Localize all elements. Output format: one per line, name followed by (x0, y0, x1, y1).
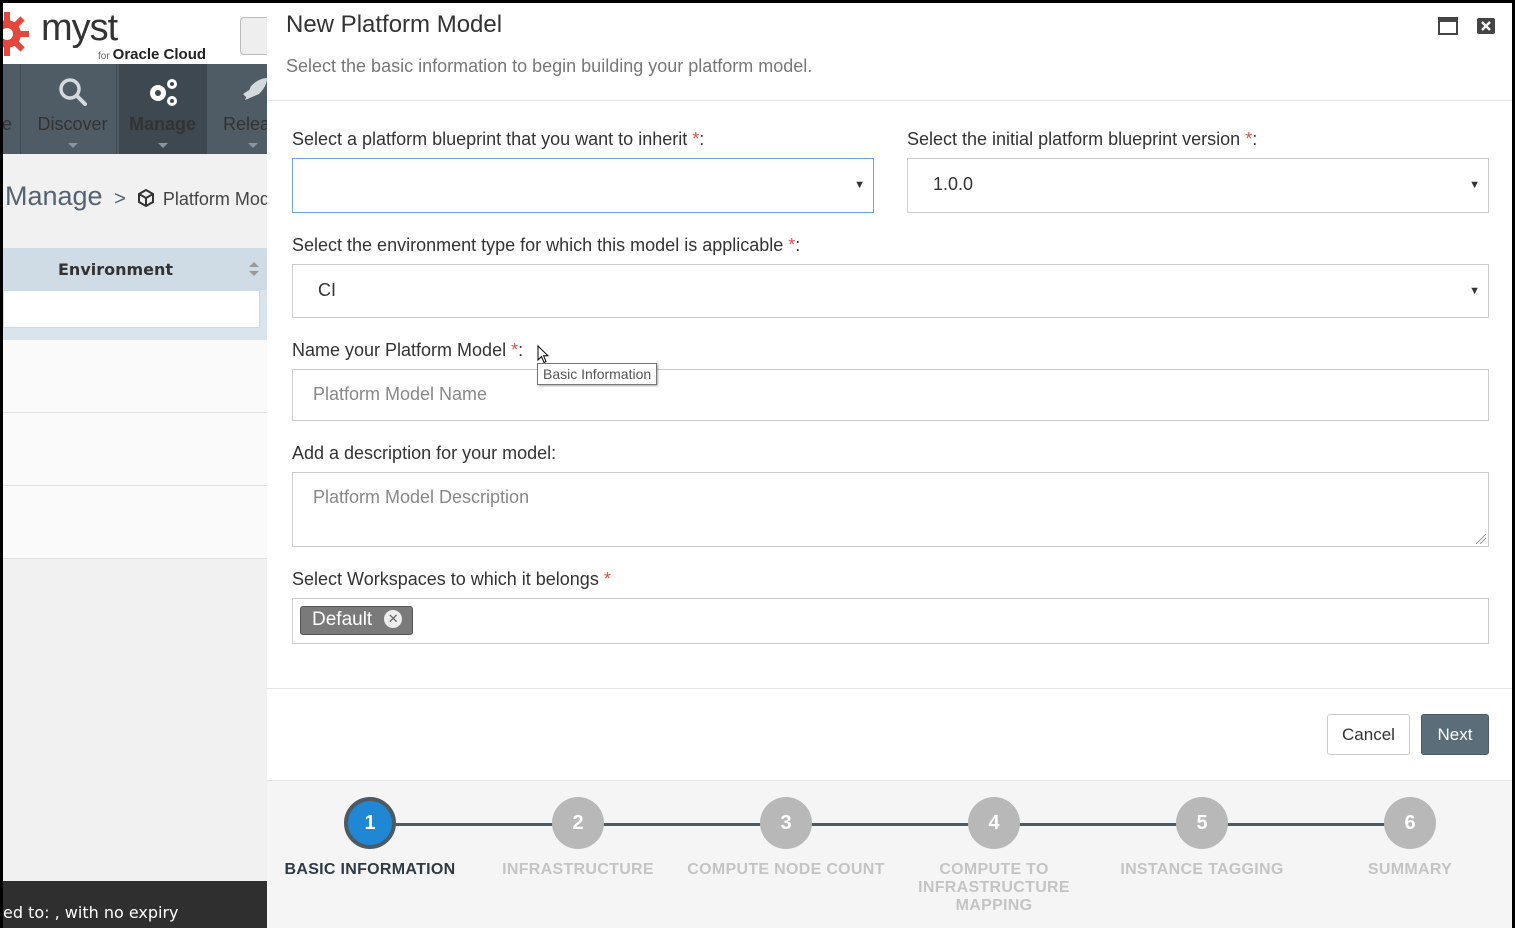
wizard-step-basic-information[interactable]: 1 BASIC INFORMATION (270, 797, 470, 879)
dialog-subtitle: Select the basic information to begin bu… (286, 56, 813, 76)
sort-icon[interactable] (249, 262, 259, 276)
user-menu-button[interactable] (240, 17, 267, 55)
status-text: ed to: , with no expiry (3, 903, 179, 922)
workspace-tag: Default ✕ (300, 606, 414, 635)
description-textarea[interactable]: Platform Model Description (292, 472, 1489, 547)
table-filter-row (3, 290, 267, 340)
status-bar: ed to: , with no expiry (3, 881, 267, 928)
environment-type-label: Select the environment type for which th… (292, 235, 801, 255)
breadcrumb-root[interactable]: Manage (5, 181, 103, 211)
gears-icon (149, 79, 177, 106)
breadcrumb: Manage > Platform Mode (5, 181, 267, 212)
model-name-input[interactable]: Platform Model Name (292, 369, 1489, 421)
logo-bar: myst for Oracle Cloud (3, 3, 267, 64)
nav-item-discover[interactable]: Discover (29, 64, 117, 154)
chevron-down-icon: ▼ (1469, 179, 1480, 191)
mouse-cursor-icon (537, 345, 549, 364)
logo-subtitle: for Oracle Cloud (98, 46, 207, 63)
wizard-step-infrastructure[interactable]: 2 INFRASTRUCTURE (478, 797, 678, 879)
table-row[interactable] (3, 486, 267, 559)
wizard-progress: 1 BASIC INFORMATION 2 INFRASTRUCTURE 3 C… (267, 780, 1512, 928)
models-table: Environment (3, 248, 267, 559)
search-icon (58, 78, 87, 106)
workspaces-label: Select Workspaces to which it belongs * (292, 569, 611, 589)
blueprint-label: Select a platform blueprint that you wan… (292, 129, 705, 149)
maximize-icon[interactable] (1438, 17, 1458, 35)
dialog-title: New Platform Model (286, 11, 503, 38)
chevron-down-icon: ▼ (1469, 285, 1480, 297)
breadcrumb-current: Platform Mode (162, 189, 267, 209)
nav-item-manage[interactable]: Manage (119, 64, 207, 154)
workspaces-multiselect[interactable]: Default ✕ (292, 598, 1489, 644)
model-name-label: Name your Platform Model *: (292, 340, 524, 360)
environment-type-select[interactable]: CI ▼ (292, 264, 1489, 318)
new-platform-model-dialog: New Platform Model Select the basic info… (267, 3, 1512, 928)
version-select[interactable]: 1.0.0 ▼ (907, 158, 1489, 213)
cube-icon (138, 188, 155, 208)
table-row[interactable] (3, 340, 267, 413)
myst-gear-logo-icon (3, 12, 29, 56)
tooltip: Basic Information (537, 363, 658, 385)
wizard-step-compute-node-count[interactable]: 3 COMPUTE NODE COUNT (686, 797, 886, 879)
environment-filter-input[interactable] (3, 290, 260, 328)
blueprint-select[interactable]: ▼ (292, 158, 874, 213)
table-row[interactable] (3, 413, 267, 486)
header-divider (267, 100, 1512, 101)
chevron-down-icon: ▼ (854, 179, 865, 191)
wizard-step-instance-tagging[interactable]: 5 INSTANCE TAGGING (1102, 797, 1302, 879)
wizard-step-summary[interactable]: 6 SUMMARY (1310, 797, 1510, 879)
background-app: myst for Oracle Cloud e Discover Manage R… (3, 3, 267, 928)
version-label: Select the initial platform blueprint ve… (907, 129, 1258, 149)
next-button[interactable]: Next (1421, 714, 1489, 755)
logo-name: myst (41, 7, 118, 49)
column-header-environment[interactable]: Environment (58, 260, 173, 279)
main-navbar: e Discover Manage Releas (3, 64, 267, 154)
remove-tag-icon[interactable]: ✕ (384, 610, 403, 628)
nav-item-release[interactable]: Releas (209, 64, 267, 154)
resize-handle-icon[interactable] (1476, 534, 1486, 544)
cancel-button[interactable]: Cancel (1327, 714, 1410, 755)
table-header: Environment (3, 248, 267, 290)
description-label: Add a description for your model: (292, 443, 557, 463)
rocket-icon (242, 78, 267, 100)
wizard-step-compute-to-infrastructure-mapping[interactable]: 4 COMPUTE TO INFRASTRUCTURE MAPPING (909, 797, 1079, 915)
close-icon[interactable] (1476, 17, 1496, 35)
footer-divider (267, 688, 1512, 689)
nav-item-home[interactable]: e (3, 64, 21, 154)
